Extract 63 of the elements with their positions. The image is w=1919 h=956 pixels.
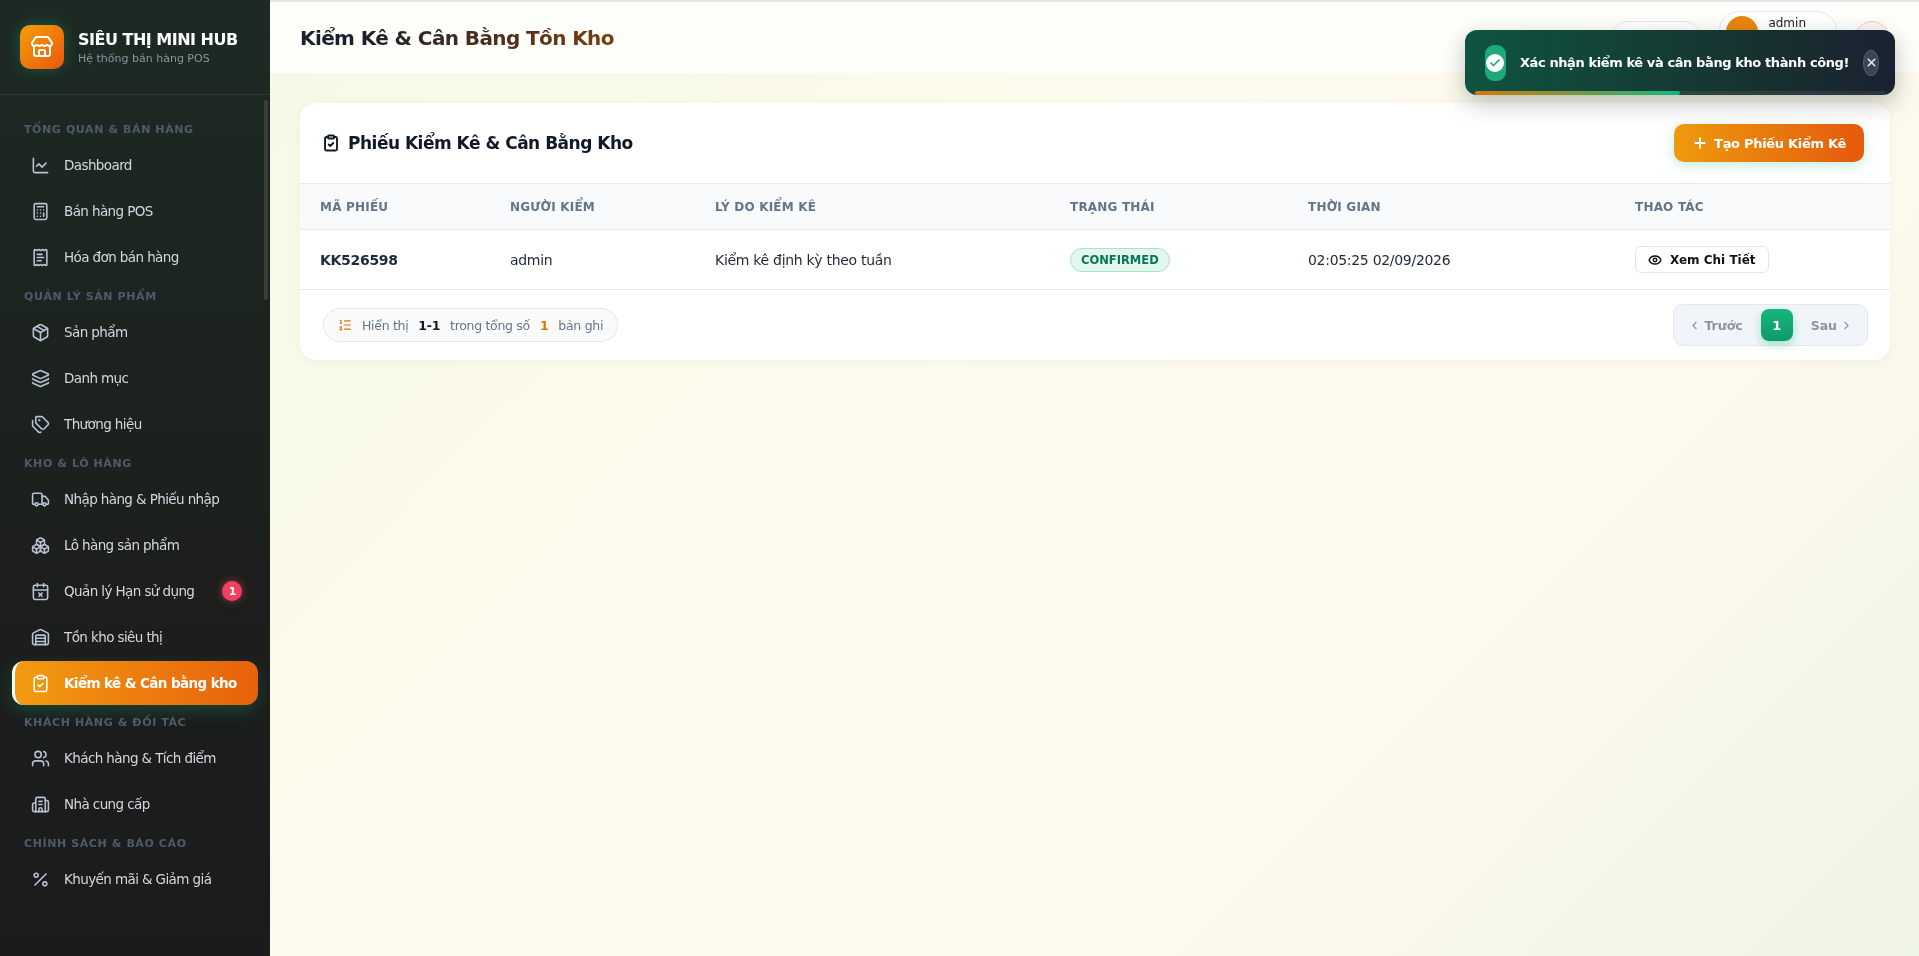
eye-icon [1648,252,1662,267]
sidebar-item[interactable]: Sản phẩm [12,310,258,354]
nav-icon [31,368,50,388]
nav-icon [31,794,50,814]
summary-text: trong tổng số [450,317,530,333]
nav-icon [31,673,50,693]
column-header: NGƯỜI KIỂM [510,199,596,214]
nav-icon [31,201,50,221]
store-logo-icon [20,25,64,69]
sidebar-item[interactable]: Khuyến mãi & Giảm giá [12,857,258,901]
card-title: Phiếu Kiểm Kê & Cân Bằng Kho [348,133,633,153]
summary-total: 1 [539,317,549,333]
status-badge: CONFIRMED [1070,247,1170,272]
sidebar-item[interactable]: Tồn kho siêu thị [12,615,258,659]
table-cell: KK526598 [320,251,398,268]
nav-icon [31,627,50,647]
success-icon [1485,44,1506,81]
table-cell: Kiểm kê định kỳ theo tuần [715,251,892,268]
nav-icon [31,322,50,342]
close-button[interactable] [1863,49,1879,76]
sidebar-item[interactable]: Nhà cung cấp [12,782,258,826]
sidebar-item[interactable]: Nhập hàng & Phiếu nhập [12,477,258,521]
toast-message: Xác nhận kiểm kê và cân bằng kho thành công! [1519,55,1850,70]
sidebar-section-label: KHO & LÔ HÀNG [23,456,133,472]
sidebar-item[interactable]: Danh mục [12,356,258,400]
nav-icon [31,155,50,175]
nav-icon [31,489,50,509]
column-header: TRẠNG THÁI [1070,199,1156,214]
brand-subtitle: Hệ thống bán hàng POS [78,51,211,65]
sidebar-item[interactable]: Lô hàng sản phẩm [12,523,258,567]
table-cell: 02:05:25 02/09/2026 [1308,251,1451,268]
nav-icon [31,535,50,555]
summary-text: bản ghi [558,317,604,333]
view-detail-button[interactable]: Xem Chi Tiết [1635,246,1769,273]
column-header: THAO TÁC [1635,199,1705,214]
sidebar-section-label: TỔNG QUAN & BÁN HÀNG [23,120,195,138]
sidebar-item[interactable]: Dashboard [12,143,258,187]
sidebar-section-label: QUẢN LÝ SẢN PHẨM [23,287,158,305]
column-header: LÝ DO KIỂM KÊ [715,199,818,214]
count-badge: 1 [222,581,242,601]
column-header: THỜI GIAN [1308,199,1382,214]
nav-icon [31,247,50,267]
page-title: Kiểm Kê & Cân Bằng Tồn Kho [300,25,614,50]
sidebar-item[interactable]: Bán hàng POS [12,189,258,233]
sidebar-section-label: KHÁCH HÀNG & ĐỐI TÁC [23,713,188,731]
sidebar-item[interactable]: Hóa đơn bán hàng [12,235,258,279]
brand-name: SIÊU THỊ MINI HUB [78,29,238,49]
user-name: admin [1768,15,1806,30]
nav-icon [31,748,50,768]
summary-range: 1-1 [418,317,441,333]
clipboard-check-icon [322,134,340,152]
column-header: MÃ PHIẾU [320,199,390,214]
table-cell: admin [510,251,553,268]
sidebar-item[interactable]: Thương hiệu [12,402,258,446]
sidebar-item[interactable]: Khách hàng & Tích điểm [12,736,258,780]
nav-icon [31,581,50,601]
sidebar-item[interactable]: Quản lý Hạn sử dụng 1 [12,569,258,613]
sidebar-section-label: CHÍNH SÁCH & BÁO CÁO [23,836,188,852]
close-icon [1864,56,1878,69]
nav-icon [31,414,50,434]
nav-icon [31,869,50,889]
summary-text: Hiển thị [362,317,409,333]
list-icon [338,318,352,332]
